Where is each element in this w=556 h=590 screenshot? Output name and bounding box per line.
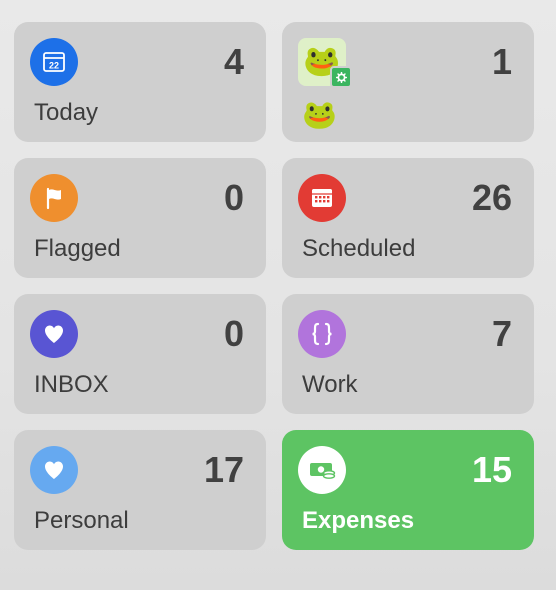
gear-icon [330, 66, 352, 88]
tile-flagged[interactable]: 0 Flagged [14, 158, 266, 278]
flagged-label: Flagged [34, 235, 121, 262]
scheduled-count: 26 [471, 177, 512, 218]
inbox-label: INBOX [34, 371, 109, 398]
flagged-count: 0 [223, 177, 244, 218]
expenses-label: Expenses [302, 507, 415, 534]
heart-icon [30, 446, 78, 494]
calendar-grid-icon [298, 174, 346, 222]
money-icon [298, 446, 346, 494]
heart-icon [30, 310, 78, 358]
tile-work[interactable]: 7 Work [282, 294, 534, 414]
frog-label-emoji: 🐸 [302, 99, 337, 130]
inbox-count: 0 [223, 313, 244, 354]
tile-scheduled[interactable]: 26 Scheduled [282, 158, 534, 278]
calendar-22-icon: 22 [30, 38, 78, 86]
work-label: Work [302, 371, 358, 398]
today-label: Today [34, 99, 99, 126]
tile-frog[interactable]: 🐸 1 🐸 [282, 22, 534, 142]
scheduled-label: Scheduled [302, 235, 416, 262]
curly-braces-icon [298, 310, 346, 358]
personal-count: 17 [203, 449, 244, 490]
frog-list-thumbnail: 🐸 [298, 38, 352, 88]
smart-lists-grid: 22 4 Today 🐸 1 🐸 0 Flagged 26 Scheduled … [0, 0, 556, 590]
flag-icon [30, 174, 78, 222]
frog-count: 1 [491, 41, 512, 82]
tile-inbox[interactable]: 0 INBOX [14, 294, 266, 414]
tile-today[interactable]: 22 4 Today [14, 22, 266, 142]
work-count: 7 [491, 313, 512, 354]
tile-personal[interactable]: 17 Personal [14, 430, 266, 550]
tile-expenses[interactable]: 15 Expenses [282, 430, 534, 550]
expenses-count: 15 [471, 449, 512, 490]
calendar-day-number: 22 [49, 61, 59, 71]
personal-label: Personal [34, 507, 129, 534]
today-count: 4 [223, 41, 244, 82]
